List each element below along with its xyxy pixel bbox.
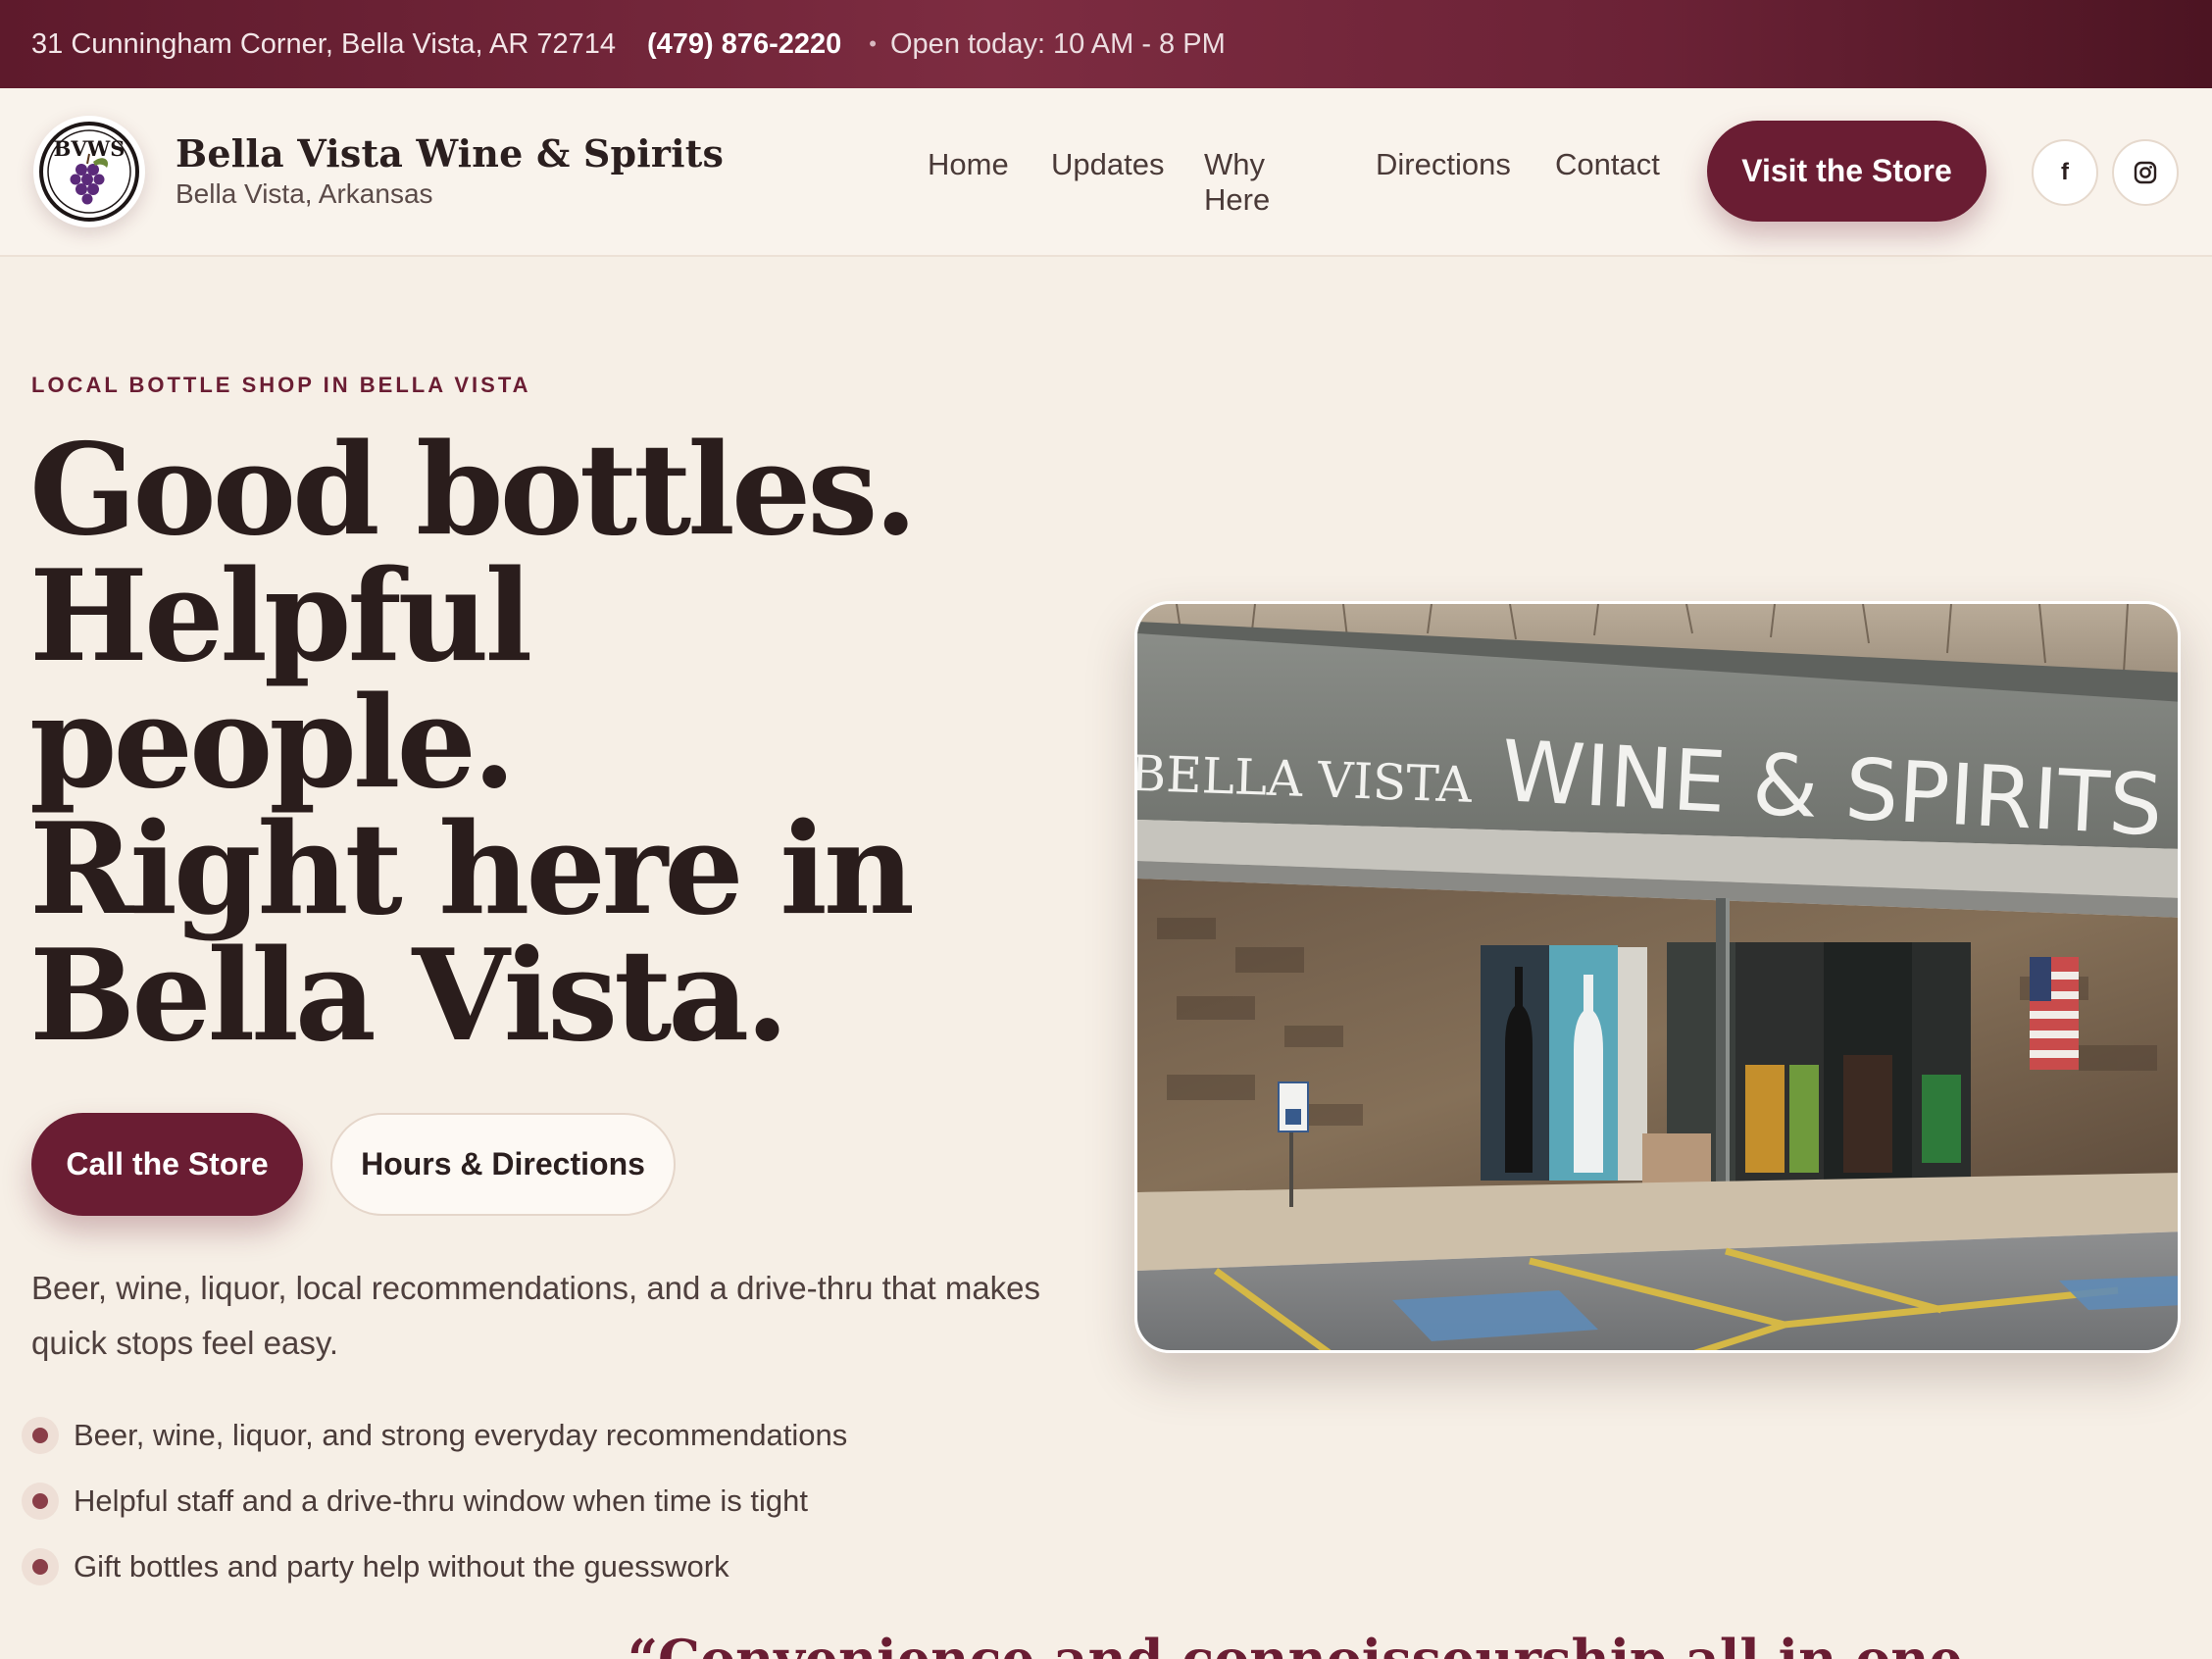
list-item: Helpful staff and a drive-thru window wh…: [22, 1468, 847, 1533]
store-sign-left: BELLA VISTA: [1137, 745, 1474, 814]
bullet-dot-icon: [22, 1547, 59, 1585]
separator-dot: •: [869, 31, 877, 56]
instagram-icon: [2134, 161, 2157, 184]
brand-name[interactable]: Bella Vista Wine & Spirits: [176, 131, 724, 176]
facebook-button[interactable]: f: [2032, 139, 2098, 206]
nav-why-here[interactable]: Why Here: [1204, 147, 1270, 218]
hero-headline: Good bottles. Helpful people. Right here…: [29, 427, 1108, 1060]
feature-text: Gift bottles and party help without the …: [74, 1548, 729, 1584]
hero-eyebrow: LOCAL BOTTLE SHOP IN BELLA VISTA: [31, 373, 531, 397]
nav-contact[interactable]: Contact: [1555, 147, 1660, 182]
nav-directions[interactable]: Directions: [1376, 147, 1511, 182]
list-item: Beer, wine, liquor, and strong everyday …: [22, 1402, 847, 1468]
facebook-icon: f: [2061, 159, 2069, 185]
feature-list: Beer, wine, liquor, and strong everyday …: [22, 1402, 847, 1599]
hours-directions-button[interactable]: Hours & Directions: [330, 1113, 676, 1216]
bullet-dot-icon: [22, 1416, 59, 1454]
store-phone-link[interactable]: (479) 876-2220: [647, 28, 841, 61]
nav-home[interactable]: Home: [928, 147, 1009, 182]
headline-line: Good bottles.: [29, 417, 918, 564]
feature-text: Helpful staff and a drive-thru window wh…: [74, 1483, 808, 1518]
instagram-button[interactable]: [2112, 139, 2179, 206]
headline-line: people.: [29, 670, 516, 817]
top-info-bar: 31 Cunningham Corner, Bella Vista, AR 72…: [0, 0, 2212, 88]
store-hours: Open today: 10 AM - 8 PM: [890, 27, 1226, 60]
brand-location: Bella Vista, Arkansas: [176, 178, 433, 209]
hero-description: Beer, wine, liquor, local recommendation…: [31, 1270, 1041, 1361]
nav-updates[interactable]: Updates: [1051, 147, 1164, 182]
store-logo[interactable]: BVWS: [33, 116, 145, 227]
site-header: BVWS Bella Vista Wine & Spirits Bella Vi…: [0, 88, 2212, 257]
logo-grapes-icon: BVWS: [39, 122, 139, 222]
store-address: 31 Cunningham Corner, Bella Vista, AR 72…: [31, 27, 616, 60]
visit-store-button[interactable]: Visit the Store: [1707, 121, 1986, 222]
testimonial-quote: “Convenience and connoisseurship all in …: [628, 1628, 1963, 1659]
call-store-button[interactable]: Call the Store: [31, 1113, 303, 1216]
storefront-photo: BELLA VISTA WINE & SPIRITS: [1134, 601, 2181, 1353]
headline-line: Right here in: [29, 796, 915, 943]
storefront-illustration: BELLA VISTA WINE & SPIRITS: [1137, 604, 2178, 1350]
headline-line: Bella Vista.: [29, 923, 789, 1070]
headline-line: Helpful: [29, 543, 532, 690]
feature-text: Beer, wine, liquor, and strong everyday …: [74, 1417, 848, 1452]
bullet-dot-icon: [22, 1482, 59, 1520]
list-item: Gift bottles and party help without the …: [22, 1533, 847, 1599]
